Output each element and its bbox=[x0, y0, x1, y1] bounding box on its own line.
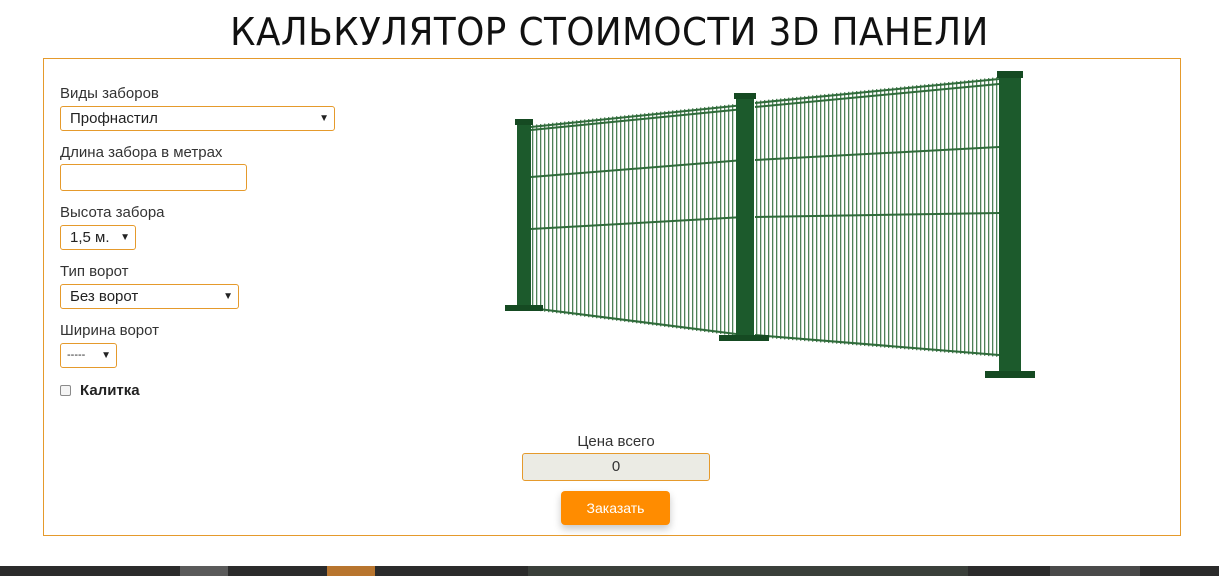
total-price-label: Цена всего bbox=[577, 433, 655, 450]
fence-3d-panel-image bbox=[505, 71, 1035, 378]
total-price-field: 0 bbox=[522, 453, 710, 481]
fence-type-value: Профнастил bbox=[70, 110, 158, 127]
gate-width-label: Ширина ворот bbox=[60, 322, 160, 339]
gate-width-select[interactable]: ----- ▼ bbox=[60, 343, 117, 368]
wicket-option[interactable]: Калитка bbox=[60, 382, 140, 399]
fence-length-input[interactable] bbox=[60, 164, 247, 191]
fence-type-label: Виды заборов bbox=[60, 85, 159, 102]
gate-type-value: Без ворот bbox=[70, 288, 139, 305]
fence-length-label: Длина забора в метрах bbox=[60, 144, 223, 161]
caret-down-icon: ▼ bbox=[223, 291, 233, 302]
fence-type-select[interactable]: Профнастил ▼ bbox=[60, 106, 335, 131]
fence-height-label: Высота забора bbox=[60, 204, 165, 221]
page-title: КАЛЬКУЛЯТОР СТОИМОСТИ 3D ПАНЕЛИ bbox=[230, 10, 989, 54]
wicket-checkbox[interactable] bbox=[60, 385, 71, 396]
caret-down-icon: ▼ bbox=[120, 232, 130, 243]
order-button[interactable]: Заказать bbox=[561, 491, 670, 525]
page-footer-strip bbox=[0, 566, 1219, 576]
gate-type-select[interactable]: Без ворот ▼ bbox=[60, 284, 239, 309]
wicket-label: Калитка bbox=[80, 382, 140, 399]
fence-height-select[interactable]: 1,5 м. ▼ bbox=[60, 225, 136, 250]
gate-type-label: Тип ворот bbox=[60, 263, 129, 280]
gate-width-value: ----- bbox=[67, 349, 86, 361]
fence-height-value: 1,5 м. bbox=[70, 229, 110, 246]
calculator-panel: Виды заборов Профнастил ▼ Длина забора в… bbox=[43, 58, 1181, 536]
caret-down-icon: ▼ bbox=[101, 350, 111, 361]
caret-down-icon: ▼ bbox=[319, 113, 329, 124]
